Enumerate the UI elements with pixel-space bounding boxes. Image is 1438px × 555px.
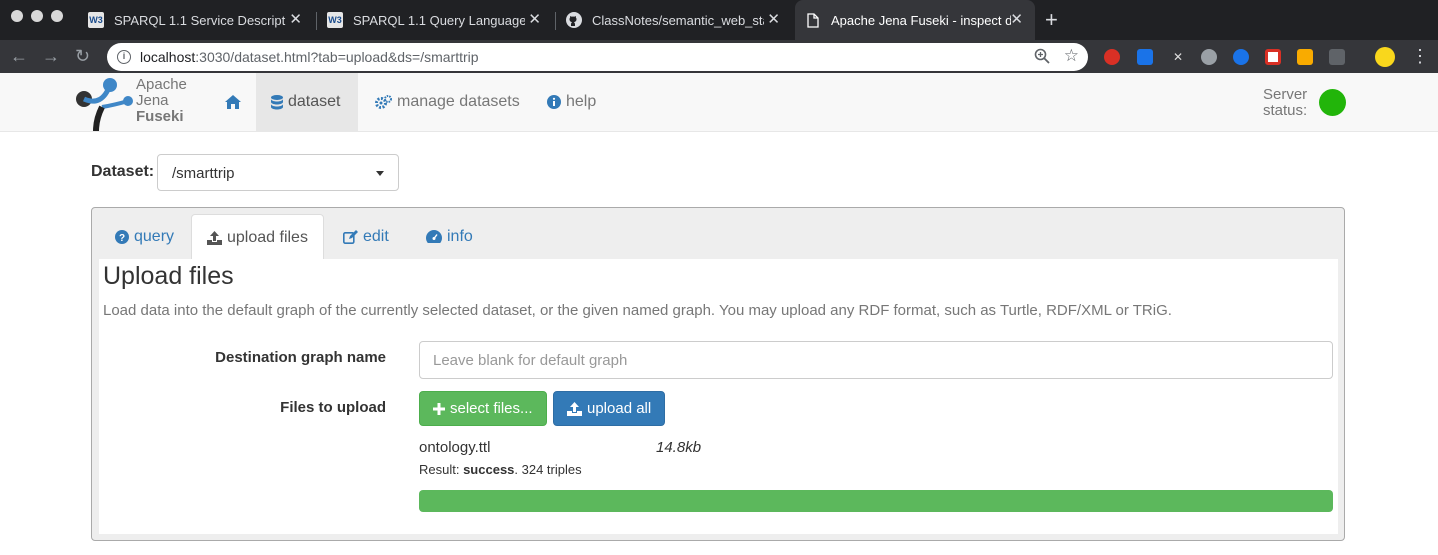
extension-icon[interactable] xyxy=(1104,49,1120,65)
server-status-indicator xyxy=(1319,89,1346,116)
reload-icon[interactable]: ↻ xyxy=(75,46,90,66)
browser-tab[interactable]: W3 SPARQL 1.1 Query Language ✕ xyxy=(327,0,553,40)
github-icon xyxy=(566,12,582,28)
upload-result: Result: success. 324 triples xyxy=(419,462,582,477)
upload-progress-bar xyxy=(419,490,1333,512)
dataset-select-value: /smarttrip xyxy=(172,165,235,182)
upload-title: Upload files xyxy=(103,262,234,290)
brand-text[interactable]: Apache Jena Fuseki xyxy=(136,77,187,125)
browser-tab-title: SPARQL 1.1 Query Language xyxy=(353,12,525,28)
question-circle-icon: ? xyxy=(115,229,129,244)
nav-dataset[interactable]: dataset xyxy=(256,73,358,131)
extension-icon[interactable] xyxy=(1233,49,1249,65)
info-circle-icon xyxy=(547,95,561,109)
address-bar[interactable]: i localhost:3030/dataset.html?tab=upload… xyxy=(107,43,1088,71)
destination-graph-input[interactable] xyxy=(419,341,1333,379)
fuseki-logo-icon[interactable] xyxy=(74,77,134,138)
destination-graph-label: Destination graph name xyxy=(215,349,386,366)
extension-icon[interactable] xyxy=(1265,49,1281,65)
forward-icon[interactable]: → xyxy=(42,46,60,66)
file-name: ontology.ttl xyxy=(419,439,491,456)
extension-icon[interactable]: ✕ xyxy=(1170,49,1186,65)
server-status-label: Server status: xyxy=(1263,86,1308,119)
close-tab-icon[interactable]: ✕ xyxy=(528,12,541,28)
url-text: localhost:3030/dataset.html?tab=upload&d… xyxy=(140,49,479,65)
app-navbar: Apache Jena Fuseki dataset manage datase… xyxy=(0,73,1438,132)
file-size: 14.8kb xyxy=(656,439,702,456)
dataset-label: Dataset: xyxy=(91,163,155,180)
caret-down-icon xyxy=(376,171,384,176)
site-info-icon[interactable]: i xyxy=(117,50,131,64)
nav-manage-datasets[interactable]: manage datasets xyxy=(360,73,535,131)
zoom-icon[interactable] xyxy=(1034,48,1050,69)
upload-description: Load data into the default graph of the … xyxy=(103,302,1172,319)
tab-edit[interactable]: edit xyxy=(328,214,404,259)
browser-tab[interactable]: W3 SPARQL 1.1 Service Descriptio ✕ xyxy=(88,0,314,40)
upload-all-button[interactable]: upload all xyxy=(553,391,666,426)
database-icon xyxy=(271,94,283,110)
bookmark-star-icon[interactable]: ☆ xyxy=(1064,46,1079,66)
tab-info[interactable]: info xyxy=(411,214,488,259)
w3-icon: W3 xyxy=(88,12,104,28)
browser-tab-title: ClassNotes/semantic_web_stac xyxy=(592,12,764,28)
browser-tab[interactable]: ClassNotes/semantic_web_stac ✕ xyxy=(566,0,792,40)
extension-icon[interactable] xyxy=(1137,49,1153,65)
close-tab-icon[interactable]: ✕ xyxy=(1010,12,1023,28)
nav-home[interactable] xyxy=(210,73,261,131)
new-tab-icon[interactable]: + xyxy=(1045,8,1058,32)
upload-icon xyxy=(207,230,222,245)
browser-tab-title: Apache Jena Fuseki - inspect d xyxy=(831,12,1011,28)
close-tab-icon[interactable]: ✕ xyxy=(767,12,780,28)
tab-query[interactable]: ? query xyxy=(100,214,189,259)
browser-tab-active[interactable]: Apache Jena Fuseki - inspect d ✕ xyxy=(795,0,1035,40)
nav-help[interactable]: help xyxy=(532,73,611,131)
more-menu-icon[interactable]: ⋮ xyxy=(1411,46,1429,66)
browser-toolbar: ← → ↻ i localhost:3030/dataset.html?tab=… xyxy=(0,40,1438,73)
close-window-button[interactable] xyxy=(11,10,23,22)
document-icon xyxy=(805,12,821,28)
nav-manage-datasets-label: manage datasets xyxy=(397,93,520,110)
dataset-select[interactable]: /smarttrip xyxy=(157,154,399,191)
profile-avatar[interactable] xyxy=(1375,47,1395,67)
edit-icon xyxy=(343,229,358,244)
select-files-button[interactable]: select files... xyxy=(419,391,547,426)
home-icon xyxy=(225,95,241,109)
tab-upload-files[interactable]: upload files xyxy=(191,214,324,260)
nav-help-label: help xyxy=(566,93,597,110)
upload-icon xyxy=(567,401,582,416)
files-to-upload-label: Files to upload xyxy=(280,399,386,416)
browser-tabstrip: W3 SPARQL 1.1 Service Descriptio ✕ W3 SP… xyxy=(0,0,1438,40)
minimize-window-button[interactable] xyxy=(31,10,43,22)
extension-icon[interactable] xyxy=(1329,49,1345,65)
extension-icon[interactable] xyxy=(1297,49,1313,65)
close-tab-icon[interactable]: ✕ xyxy=(289,12,302,28)
dashboard-icon xyxy=(426,230,442,243)
cogs-icon xyxy=(375,95,392,109)
nav-dataset-label: dataset xyxy=(288,93,341,110)
w3-icon: W3 xyxy=(327,12,343,28)
upload-progress-fill xyxy=(419,490,1333,512)
svg-text:?: ? xyxy=(119,233,125,244)
browser-tab-title: SPARQL 1.1 Service Descriptio xyxy=(114,12,286,28)
back-icon[interactable]: ← xyxy=(10,46,28,66)
plus-icon xyxy=(433,402,445,415)
maximize-window-button[interactable] xyxy=(51,10,63,22)
extension-icon[interactable] xyxy=(1201,49,1217,65)
